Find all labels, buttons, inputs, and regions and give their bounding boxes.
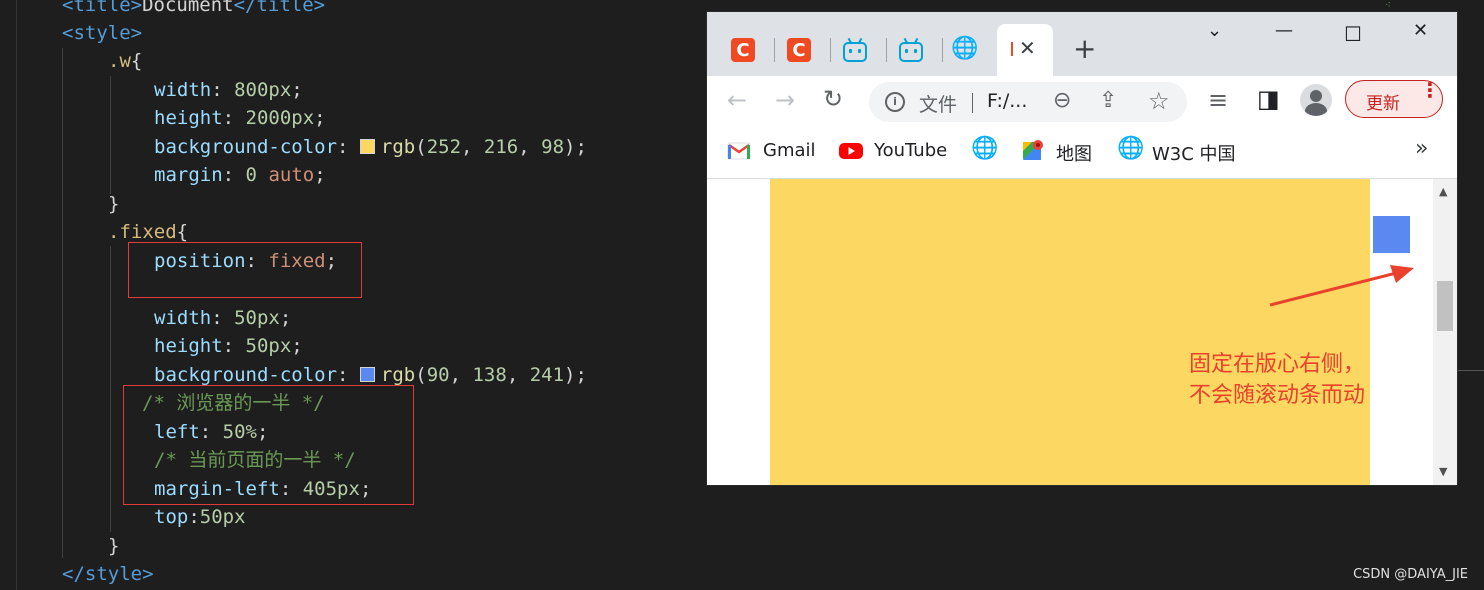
tab-bilibili-1[interactable] [843,37,867,62]
tab-active[interactable]: ✕ [997,24,1053,76]
info-icon[interactable]: i [885,92,905,112]
bookmark-maps[interactable]: 地图 [1056,140,1092,166]
tab-separator [830,38,831,62]
minimize-button[interactable]: — [1275,20,1293,41]
bookmark-gmail[interactable]: Gmail [763,140,816,161]
code-line: .w{ [108,50,143,72]
watermark: CSDN @DAIYA_JIE [1353,567,1468,582]
scroll-up-icon[interactable]: ▲ [1439,185,1447,198]
tab-csdn-1[interactable]: C [731,38,755,62]
highlight-box-offset [123,385,414,505]
scroll-down-icon[interactable]: ▼ [1439,465,1447,478]
code-line: height: 50px; [154,335,303,357]
code-line: margin: 0 auto; [154,164,326,186]
omnibox-url[interactable]: F:/... [987,90,1027,112]
omnibox-scheme-label: 文件 [919,94,958,116]
page-viewport[interactable]: 固定在版心右侧， 不会随滚动条而动 [707,179,1433,485]
bilibili-icon [857,37,863,45]
bookmark-star-icon[interactable]: ☆ [1148,87,1170,115]
google-maps-icon [1023,140,1043,160]
tab-separator [942,38,943,62]
profile-avatar[interactable] [1300,84,1332,116]
annotation-arrow-icon [1269,265,1414,307]
indent-guide [62,48,63,558]
panel-divider [1456,370,1484,371]
code-line: } [108,535,120,557]
scrollbar-thumb[interactable] [1437,281,1453,331]
bookmarks-bar: Gmail YouTube 🌐 地图 🌐 W3C 中国 » [707,126,1457,179]
menu-kebab-icon[interactable]: ⋮ [1420,80,1440,100]
csdn-icon: C [736,39,750,61]
browser-toolbar: ← → ↻ i 文件 F:/... ⊖ ⇪ ☆ ≡ ◨ 更新 ⋮ [707,76,1457,126]
highlight-box-position [128,242,362,298]
side-panel-icon[interactable]: ◨ [1257,85,1280,113]
code-line: height: 2000px; [154,107,326,129]
tab-csdn-2[interactable]: C [787,38,811,62]
bilibili-icon [847,37,853,45]
update-button[interactable]: 更新 ⋮ [1345,80,1443,118]
minimap-mark: ⁖ [1385,0,1391,11]
vertical-scrollbar[interactable]: ▲ ▼ [1433,179,1457,485]
tab-separator [886,38,887,62]
update-label: 更新 [1366,94,1400,114]
code-line: width: 50px; [154,307,292,329]
close-tab-icon[interactable]: ✕ [1019,36,1036,60]
code-line: width: 800px; [154,79,303,101]
tab-bilibili-2[interactable] [899,37,923,62]
maximize-button[interactable]: ☐ [1344,22,1362,46]
indent-guide [110,246,111,532]
annotation-text: 固定在版心右侧， 不会随滚动条而动 [1189,352,1366,408]
csdn-icon: C [792,39,806,61]
share-icon[interactable]: ⇪ [1099,88,1117,113]
code-line: </style> [62,563,154,585]
globe-icon: 🌐 [971,136,999,161]
code-line: background-color: rgb(252, 216, 98); [154,136,587,158]
reload-button[interactable]: ↻ [823,85,843,113]
gutter-divider [16,0,17,590]
tab-separator [774,38,775,62]
back-button[interactable]: ← [727,86,747,114]
bookmark-w3c[interactable]: W3C 中国 [1152,140,1236,166]
bilibili-icon [903,37,909,45]
close-window-button[interactable]: ✕ [1413,20,1428,41]
code-line: <title>Document</title> [62,0,326,16]
omnibox-separator [972,93,973,113]
gmail-icon [727,142,751,160]
code-line: <style> [62,22,143,44]
csdn-icon [1011,42,1013,56]
bookmark-youtube[interactable]: YouTube [874,140,947,161]
media-control-icon[interactable]: ≡ [1208,86,1228,114]
tab-search-chevron-icon[interactable]: ⌄ [1207,20,1222,41]
forward-button[interactable]: → [775,86,795,114]
globe-icon: 🌐 [951,35,979,61]
new-tab-button[interactable]: + [1073,32,1096,65]
bilibili-icon [913,37,919,45]
zoom-icon[interactable]: ⊖ [1053,88,1071,113]
address-bar[interactable]: i 文件 F:/... ⊖ ⇪ ☆ [869,82,1187,122]
indent-guide [110,76,111,194]
tab-strip: C C 🌐 ✕ + ⌄ — ☐ ✕ [707,12,1457,76]
browser-window: C C 🌐 ✕ + ⌄ — ☐ ✕ ← → ↻ i 文件 F:/... ⊖ ⇪ … [707,12,1457,485]
more-bookmarks-icon[interactable]: » [1415,136,1428,161]
tab-globe[interactable]: 🌐 [951,35,979,61]
code-line: } [108,193,120,215]
youtube-icon [839,143,863,159]
globe-icon: 🌐 [1117,136,1145,161]
fixed-box [1373,216,1410,253]
w-container [770,179,1370,485]
code-line: top:50px [154,506,246,528]
